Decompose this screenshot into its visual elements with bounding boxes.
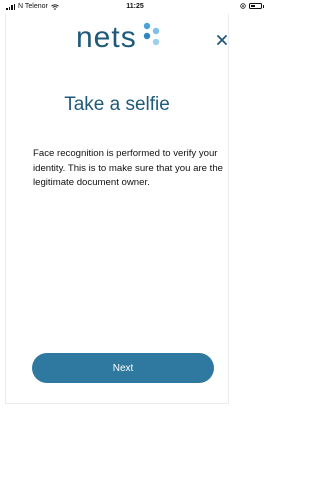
- logo-text: nets: [76, 21, 137, 54]
- next-button[interactable]: Next: [32, 353, 214, 383]
- close-icon[interactable]: [215, 33, 229, 47]
- status-time: 11:25: [126, 3, 144, 10]
- status-right: [240, 3, 264, 9]
- logo-dots-icon: [143, 22, 159, 46]
- page-title: Take a selfie: [64, 94, 170, 115]
- nets-logo: nets: [76, 23, 161, 53]
- orientation-lock-icon: [240, 3, 246, 9]
- battery-level: [251, 5, 256, 7]
- selfie-card: nets Take a selfie Face recognition is p…: [5, 14, 229, 404]
- battery-icon: [249, 3, 264, 9]
- selfie-description: Face recognition is performed to verify …: [33, 148, 224, 188]
- status-bar: N Telenor 11:25: [0, 0, 270, 14]
